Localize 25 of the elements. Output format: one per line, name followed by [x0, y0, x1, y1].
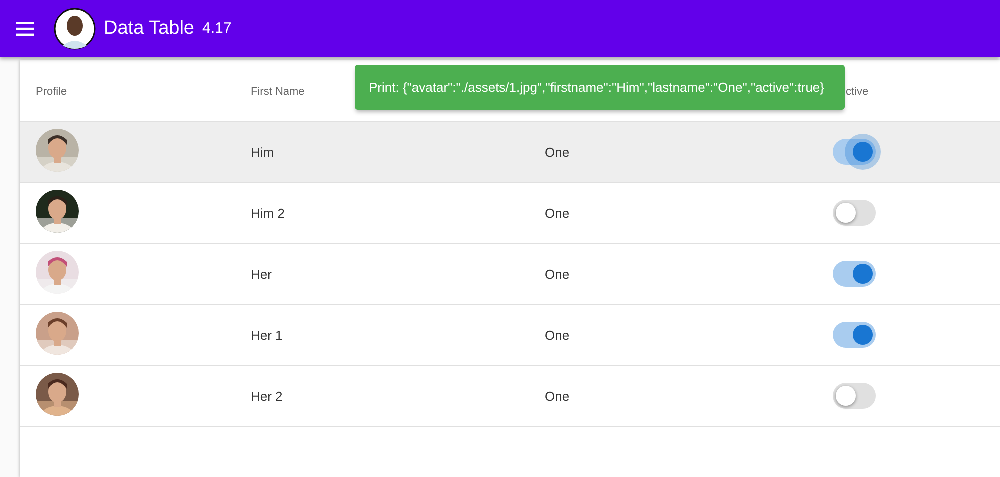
table-cell-text: One [545, 206, 571, 220]
table-cell-text: One [545, 328, 571, 342]
table-row[interactable]: Her One [20, 244, 1000, 305]
toggle-switch[interactable] [833, 134, 881, 170]
column-header: ctive [846, 86, 869, 98]
table-row[interactable]: Her 2 One [20, 366, 1000, 427]
table-cell-text: Him 2 [251, 206, 286, 220]
version-label: 4.17 [202, 20, 232, 37]
column-header: Profile [36, 86, 68, 98]
snackbar-message: Print: {"avatar":"./assets/1.jpg","firstname":"Him","lastname":"One","active":true} [355, 65, 845, 110]
menu-button[interactable] [16, 22, 34, 36]
menu-icon [16, 22, 34, 36]
table-cell-text: One [545, 388, 571, 404]
column-header: First Name [251, 86, 305, 98]
avatar-icon [54, 8, 96, 50]
table-cell-text: One [545, 266, 571, 282]
table-row[interactable]: Him 2 One [20, 183, 1000, 244]
table-cell-text: Her 1 [251, 328, 284, 342]
table-cell-text: Her 2 [251, 388, 284, 404]
table-row[interactable]: Her 1 One [20, 305, 1000, 366]
table-row[interactable]: Him One [20, 122, 1000, 183]
app-title: Data Table [104, 18, 194, 40]
table-cell-text: One [545, 144, 571, 160]
table-cell-text: Her [251, 266, 273, 282]
table-cell-text: Him [251, 144, 276, 160]
